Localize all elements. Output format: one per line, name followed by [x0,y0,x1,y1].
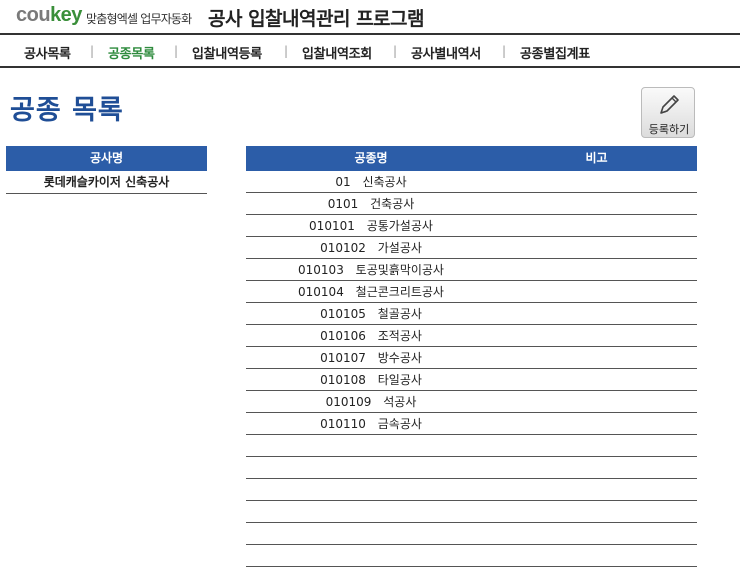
register-button[interactable]: 등록하기 [641,87,695,138]
table-row[interactable] [246,457,697,479]
page-title: 공종 목록 [10,95,124,126]
work-type-code: 010109 [325,395,372,409]
work-type-code: 010110 [320,417,366,431]
work-type-code: 010106 [320,329,366,343]
pencil-icon [660,95,679,114]
work-type-code: 010103 [298,263,344,277]
nav-item-project-statement[interactable]: 공사별내역서 [411,43,481,62]
main-nav: 공사목록 | 공종목록 | 입찰내역등록 | 입찰내역조회 | 공사별내역서 |… [0,36,740,66]
work-type-cell: 010110 금속공사 [246,413,496,435]
nav-separator: | [90,44,95,58]
work-type-cell: 010101 공통가설공사 [246,215,496,237]
work-type-code: 010107 [320,351,366,365]
work-type-cell: 010104 철근콘크리트공사 [246,281,496,303]
logo-text-part2: key [50,4,82,26]
work-type-name: 조적공사 [377,329,422,343]
work-type-name: 건축공사 [370,197,415,211]
work-type-name: 토공및흙막이공사 [355,263,444,277]
table-row[interactable]: 010106 조적공사 [246,325,697,347]
table-row[interactable]: 010101 공통가설공사 [246,215,697,237]
work-type-name: 철근콘크리트공사 [355,285,444,299]
nav-item-bid-search[interactable]: 입찰내역조회 [302,43,372,62]
work-type-table-body: 01 신축공사 0101 건축공사 010101 공통가설공사 010102 가설공사… [246,171,697,567]
table-row[interactable]: 0101 건축공사 [246,193,697,215]
app-header: coukey 맞춤형엑셀 업무자동화 공사 입찰내역관리 프로그램 [0,0,740,34]
table-row[interactable]: 010104 철근콘크리트공사 [246,281,697,303]
work-type-cell: 010105 철골공사 [246,303,496,325]
work-type-name: 석공사 [383,395,417,409]
table-row[interactable]: 010110 금속공사 [246,413,697,435]
work-type-name: 금속공사 [377,417,422,431]
work-type-cell: 010103 토공및흙막이공사 [246,259,496,281]
work-type-name: 타일공사 [377,373,422,387]
register-button-label: 등록하기 [648,123,690,136]
table-row[interactable]: 01 신축공사 [246,171,697,193]
project-row[interactable]: 롯데캐슬카이저 신축공사 [6,171,207,194]
work-type-cell: 01 신축공사 [246,171,496,193]
work-type-name: 공통가설공사 [366,219,433,233]
work-type-name: 가설공사 [377,241,422,255]
work-type-cell: 0101 건축공사 [246,193,496,215]
work-type-code: 010105 [320,307,366,321]
nav-separator: | [284,44,289,58]
work-type-cell: 010107 방수공사 [246,347,496,369]
work-type-cell: 010102 가설공사 [246,237,496,259]
table-row[interactable]: 010103 토공및흙막이공사 [246,259,697,281]
work-type-code: 010108 [320,373,366,387]
nav-item-work-type-list[interactable]: 공종목록 [108,43,155,62]
work-type-cell: 010106 조적공사 [246,325,496,347]
logo-text-part1: cou [16,4,51,26]
work-type-name: 철골공사 [377,307,422,321]
table-row[interactable]: 010102 가설공사 [246,237,697,259]
nav-item-work-type-summary[interactable]: 공종별집계표 [520,43,590,62]
work-type-name: 신축공사 [362,175,407,189]
table-row[interactable]: 010107 방수공사 [246,347,697,369]
work-type-cell: 010108 타일공사 [246,369,496,391]
table-row[interactable] [246,479,697,501]
app-title: 공사 입찰내역관리 프로그램 [208,8,425,30]
work-type-code: 010102 [320,241,366,255]
nav-separator: | [502,44,507,58]
table-row[interactable] [246,435,697,457]
table-row[interactable]: 010105 철골공사 [246,303,697,325]
nav-separator: | [393,44,398,58]
table-row[interactable] [246,523,697,545]
work-type-code: 010101 [309,219,355,233]
work-type-name: 방수공사 [377,351,422,365]
table-row[interactable] [246,501,697,523]
project-table-header: 공사명 [6,146,207,171]
work-type-code: 010104 [298,285,344,299]
column-header-note: 비고 [585,151,608,165]
nav-separator: | [174,44,179,58]
work-type-cell: 010109 석공사 [246,391,496,413]
logo-subtitle: 맞춤형엑셀 업무자동화 [86,12,192,26]
table-row[interactable]: 010108 타일공사 [246,369,697,391]
table-row[interactable] [246,545,697,567]
work-type-code: 0101 [327,197,359,211]
work-type-table-header: 공종명 비고 [246,146,697,171]
nav-item-project-list[interactable]: 공사목록 [24,43,71,62]
column-header-work-type-name: 공종명 [354,151,388,165]
table-row[interactable]: 010109 석공사 [246,391,697,413]
nav-item-bid-register[interactable]: 입찰내역등록 [192,43,262,62]
nav-divider [0,66,740,68]
work-type-code: 01 [335,175,351,189]
coukey-logo: coukey [16,4,82,27]
header-divider [0,33,740,35]
